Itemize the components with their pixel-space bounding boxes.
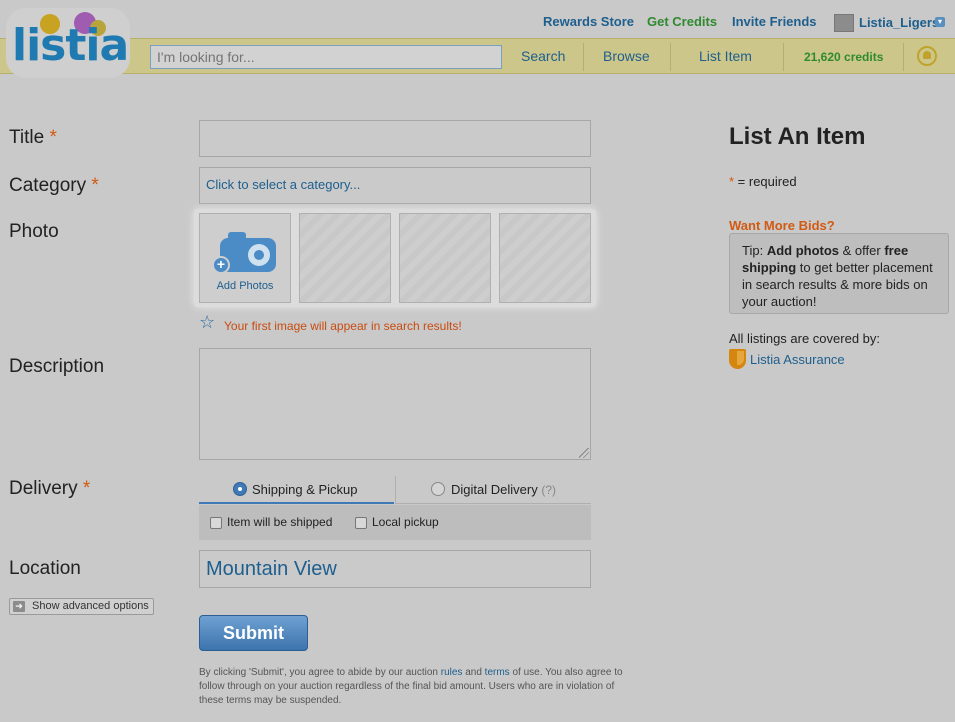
more-bids-heading: Want More Bids?: [729, 218, 835, 233]
star-icon: ☆: [199, 312, 216, 332]
required-legend: * = required: [729, 174, 797, 189]
photo-label: Photo: [9, 221, 59, 242]
covered-text: All listings are covered by:: [729, 331, 881, 346]
title-label: Title *: [9, 127, 57, 148]
user-avatar-icon[interactable]: [834, 14, 854, 32]
tip-box: Tip: Add photos & offer free shipping to…: [729, 233, 949, 314]
listia-logo[interactable]: listia: [6, 8, 134, 80]
main-nav-bar: Search Browse List Item 21,620 credits: [0, 38, 955, 74]
browse-link[interactable]: Browse: [603, 48, 650, 64]
title-input[interactable]: [199, 120, 591, 157]
shield-icon: [729, 349, 746, 369]
photo-uploader: + Add Photos: [194, 209, 596, 307]
digital-radio[interactable]: [431, 482, 445, 496]
listia-assurance-link[interactable]: Listia Assurance: [750, 352, 845, 367]
camera-add-icon: +: [212, 232, 276, 274]
shipping-radio[interactable]: [233, 482, 247, 496]
get-credits-link[interactable]: Get Credits: [647, 14, 717, 29]
dropdown-caret-icon[interactable]: ▾: [935, 17, 945, 27]
rules-link[interactable]: rules: [441, 667, 463, 678]
digital-help-link[interactable]: (?): [541, 483, 556, 497]
category-label: Category *: [9, 175, 99, 196]
advanced-options-label: Show advanced options: [32, 600, 149, 612]
delivery-label: Delivery *: [9, 478, 91, 499]
page-title: List An Item: [729, 123, 866, 150]
arrow-right-icon: ➔: [13, 601, 25, 612]
resize-handle-icon[interactable]: [579, 448, 589, 458]
nav-divider: [583, 43, 584, 71]
item-shipped-label: Item will be shipped: [227, 515, 333, 529]
photo-slot[interactable]: [499, 213, 591, 303]
nav-divider: [903, 43, 904, 71]
tab-shipping-pickup[interactable]: Shipping & Pickup: [199, 476, 394, 504]
terms-link[interactable]: terms: [485, 667, 510, 678]
shipping-tab-label: Shipping & Pickup: [252, 482, 358, 497]
terms-text: By clicking 'Submit', you agree to abide…: [199, 667, 623, 706]
local-pickup-label: Local pickup: [372, 515, 439, 529]
local-pickup-checkbox[interactable]: [355, 517, 367, 529]
add-photos-button[interactable]: + Add Photos: [199, 213, 291, 303]
add-photos-label: Add Photos: [216, 280, 274, 292]
nav-divider: [783, 43, 784, 71]
location-label: Location: [9, 558, 81, 579]
nav-divider: [670, 43, 671, 71]
notification-bell-icon[interactable]: [917, 46, 937, 66]
description-textarea[interactable]: [199, 348, 591, 460]
logo-text: listia: [12, 20, 129, 71]
show-advanced-options-button[interactable]: ➔ Show advanced options: [9, 598, 154, 615]
search-input[interactable]: [150, 45, 502, 69]
tab-digital-delivery[interactable]: Digital Delivery (?): [395, 476, 591, 504]
photo-slot[interactable]: [399, 213, 491, 303]
search-button[interactable]: Search: [521, 48, 565, 64]
submit-button[interactable]: Submit: [199, 615, 308, 651]
location-input[interactable]: Mountain View: [199, 550, 591, 588]
category-placeholder: Click to select a category...: [206, 177, 361, 192]
item-shipped-checkbox[interactable]: [210, 517, 222, 529]
photo-note: Your first image will appear in search r…: [224, 319, 462, 333]
credits-balance[interactable]: 21,620 credits: [804, 50, 883, 64]
photo-slot[interactable]: [299, 213, 391, 303]
shipping-options: Item will be shipped Local pickup: [199, 505, 591, 540]
description-label: Description: [9, 356, 105, 377]
location-value: Mountain View: [206, 558, 337, 580]
list-item-link[interactable]: List Item: [699, 48, 752, 64]
category-select[interactable]: Click to select a category...: [199, 167, 591, 204]
delivery-tabs: Shipping & Pickup Digital Delivery (?) I…: [199, 476, 591, 540]
top-links: Rewards Store Get Credits Invite Friends: [0, 14, 955, 32]
username-link[interactable]: Listia_Ligers: [859, 15, 939, 30]
digital-tab-label: Digital Delivery (?): [451, 482, 556, 497]
invite-friends-link[interactable]: Invite Friends: [732, 14, 817, 29]
rewards-store-link[interactable]: Rewards Store: [543, 14, 634, 29]
